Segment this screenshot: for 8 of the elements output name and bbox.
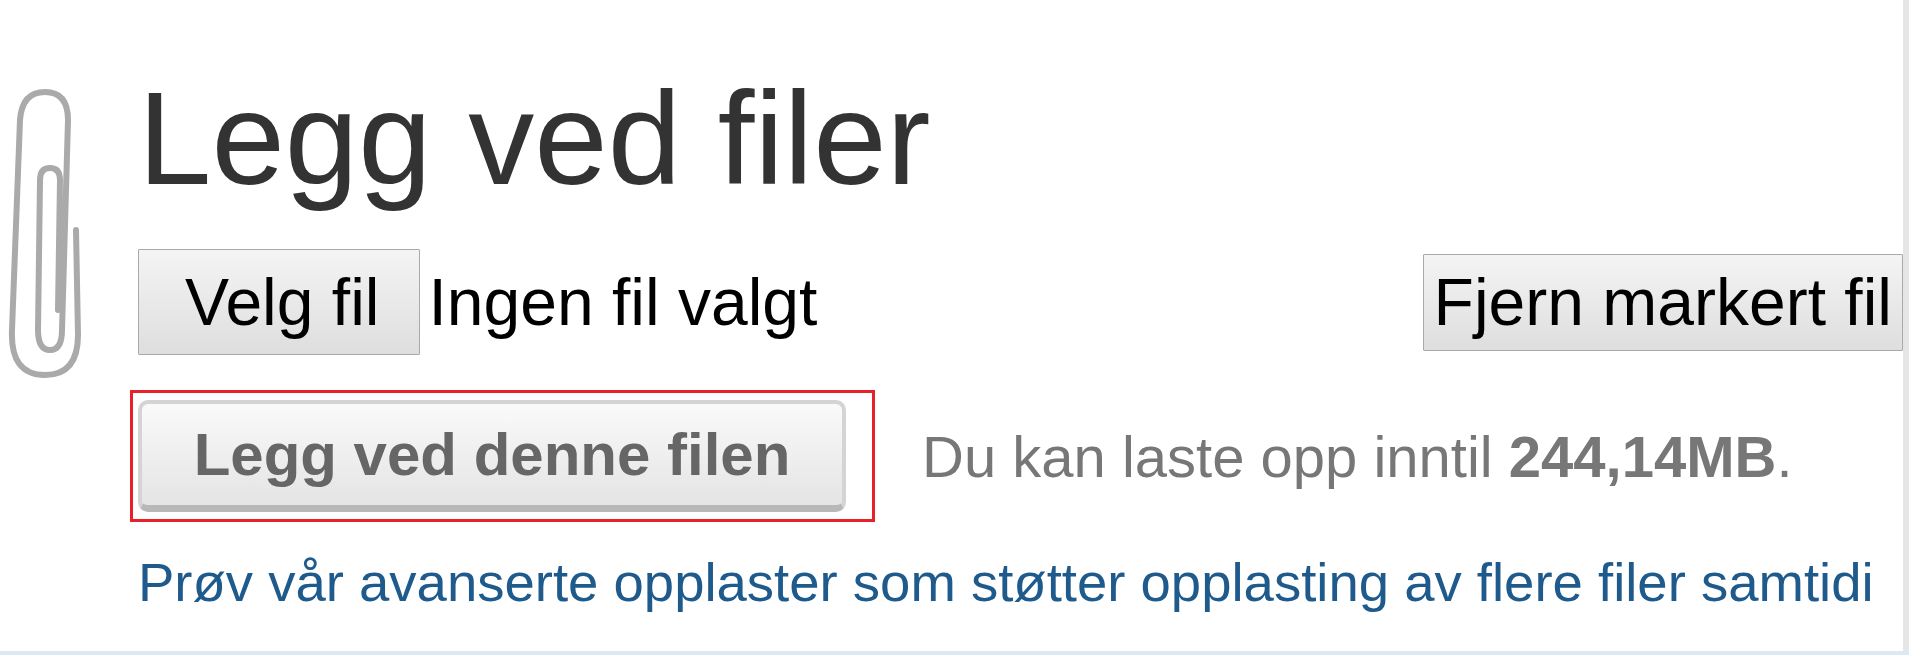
remove-file-button[interactable]: Fjern markert fil <box>1422 253 1903 351</box>
advanced-uploader-link[interactable]: Prøv vår avanserte opplaster som støtter opplasting av flere filer samtidi <box>138 553 1903 613</box>
page-title: Legg ved filer <box>138 64 932 214</box>
scrollbar[interactable] <box>1903 0 1909 651</box>
file-status: Ingen fil valgt <box>428 264 818 340</box>
upload-limit-text: Du kan laste opp inntil 244,14MB. <box>922 422 1793 490</box>
attach-file-button[interactable]: Legg ved denne filen <box>138 400 846 512</box>
choose-file-button[interactable]: Velg fil <box>138 249 421 355</box>
